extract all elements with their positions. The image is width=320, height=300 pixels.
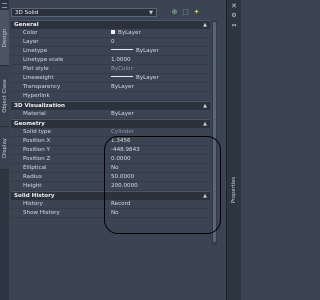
- category-general[interactable]: General ▲: [11, 20, 210, 29]
- collapse-caret-icon[interactable]: ▲: [203, 192, 207, 200]
- linetype-sample-icon: [111, 49, 133, 50]
- property-value[interactable]: 50.0000: [111, 173, 210, 181]
- property-name: Radius: [23, 174, 42, 180]
- property-row[interactable]: Linetype scale 1.0000: [11, 56, 210, 65]
- property-name: Color: [23, 30, 38, 36]
- autohide-icon[interactable]: ⇔: [230, 22, 238, 30]
- property-name: Height: [23, 183, 42, 189]
- property-value[interactable]: 1.0000: [111, 56, 210, 64]
- object-type-dropdown[interactable]: 3D Solid ▼: [11, 8, 157, 17]
- category-solid-history[interactable]: Solid History ▲: [11, 191, 210, 200]
- property-row[interactable]: Lineweight ByLayer: [11, 74, 210, 83]
- property-value[interactable]: No: [111, 164, 210, 172]
- properties-title: Properties: [231, 176, 237, 204]
- properties-panel: 3D Solid ▼ ⊕ ⬚ ✦ General ▲ Color ByLayer L…: [9, 0, 226, 300]
- color-swatch-icon: [111, 30, 115, 34]
- property-value[interactable]: No: [111, 209, 210, 217]
- property-row[interactable]: Elliptical No: [11, 164, 210, 173]
- property-name: Linetype: [23, 48, 48, 54]
- tab-display[interactable]: Display: [0, 127, 9, 170]
- property-value: ByColor: [111, 66, 133, 72]
- chevron-down-icon: ▼: [149, 10, 153, 16]
- property-name: Linetype scale: [23, 57, 64, 63]
- tab-object-class[interactable]: Object Class: [0, 66, 9, 127]
- select-objects-icon[interactable]: ⬚: [181, 8, 190, 17]
- property-value[interactable]: ByLayer: [111, 47, 210, 55]
- collapse-caret-icon[interactable]: ▲: [203, 120, 207, 128]
- tab-design-label: Design: [1, 28, 8, 47]
- quick-select-icon[interactable]: ✦: [192, 8, 201, 17]
- property-name: Elliptical: [23, 165, 47, 171]
- property-row[interactable]: Show History No: [11, 209, 210, 218]
- property-name: Layer: [23, 39, 39, 45]
- settings-icon[interactable]: ⚙: [230, 12, 238, 20]
- property-row[interactable]: Layer 0: [11, 38, 210, 47]
- property-row[interactable]: Plot style ByColor: [11, 65, 210, 74]
- tab-display-label: Display: [1, 138, 8, 158]
- property-name: Show History: [23, 210, 60, 216]
- category-geometry[interactable]: Geometry ▲: [11, 119, 210, 128]
- property-name: Material: [23, 111, 46, 117]
- property-name: History: [23, 201, 43, 207]
- grip-handle[interactable]: [2, 3, 7, 8]
- property-row[interactable]: Position X 1.3456: [11, 137, 210, 146]
- property-row[interactable]: Color ByLayer: [11, 29, 210, 38]
- toggle-pickadd-icon[interactable]: ⊕: [170, 8, 179, 17]
- right-palette-strip: ✕ ⚙ ⇔ Properties: [226, 0, 241, 300]
- lineweight-sample-icon: [111, 76, 133, 77]
- property-row[interactable]: History Record: [11, 200, 210, 209]
- property-value[interactable]: Record: [111, 200, 210, 208]
- tab-design[interactable]: Design: [0, 10, 9, 66]
- collapse-caret-icon[interactable]: ▲: [203, 21, 207, 29]
- property-name: Position Z: [23, 156, 51, 162]
- property-name: Transparency: [23, 84, 61, 90]
- property-row[interactable]: Material ByLayer: [11, 110, 210, 119]
- property-value[interactable]: ByLayer: [111, 110, 210, 118]
- properties-toolbar: 3D Solid ▼ ⊕ ⬚ ✦: [9, 8, 226, 18]
- category-3d-visualization[interactable]: 3D Visualization ▲: [11, 101, 210, 110]
- tab-object-class-label: Object Class: [1, 79, 8, 113]
- property-value[interactable]: ByLayer: [111, 74, 210, 82]
- property-name: Solid type: [23, 129, 51, 135]
- property-value[interactable]: -448.9843: [111, 146, 210, 154]
- property-row[interactable]: Linetype ByLayer: [11, 47, 210, 56]
- property-name: Position X: [23, 138, 51, 144]
- scrollbar-thumb[interactable]: [213, 22, 216, 242]
- object-type-value: 3D Solid: [15, 10, 39, 16]
- property-row[interactable]: Position Y -448.9843: [11, 146, 210, 155]
- close-icon[interactable]: ✕: [230, 2, 238, 10]
- property-value[interactable]: 0: [111, 38, 210, 46]
- property-grid: General ▲ Color ByLayer Layer 0 Linetype ByL…: [11, 20, 210, 218]
- property-value: Cylinder: [111, 129, 135, 135]
- property-name: Hyperlink: [23, 93, 50, 99]
- property-row[interactable]: Hyperlink: [11, 92, 210, 101]
- property-row[interactable]: Height 200.0000: [11, 182, 210, 191]
- property-row[interactable]: Position Z 0.0000: [11, 155, 210, 164]
- property-value[interactable]: 1.3456: [111, 137, 210, 145]
- property-value[interactable]: 0.0000: [111, 155, 210, 163]
- property-row[interactable]: Solid type Cylinder: [11, 128, 210, 137]
- property-name: Plot style: [23, 66, 49, 72]
- collapse-caret-icon[interactable]: ▲: [203, 102, 207, 110]
- property-value[interactable]: 200.0000: [111, 182, 210, 190]
- property-value[interactable]: ByLayer: [111, 83, 210, 91]
- property-name: Position Y: [23, 147, 50, 153]
- left-tab-strip: Design Object Class Display: [0, 0, 9, 300]
- property-name: Lineweight: [23, 75, 54, 81]
- property-row[interactable]: Radius 50.0000: [11, 173, 210, 182]
- property-value[interactable]: ByLayer: [111, 29, 210, 37]
- vertical-scrollbar[interactable]: [212, 20, 217, 245]
- property-row[interactable]: Transparency ByLayer: [11, 83, 210, 92]
